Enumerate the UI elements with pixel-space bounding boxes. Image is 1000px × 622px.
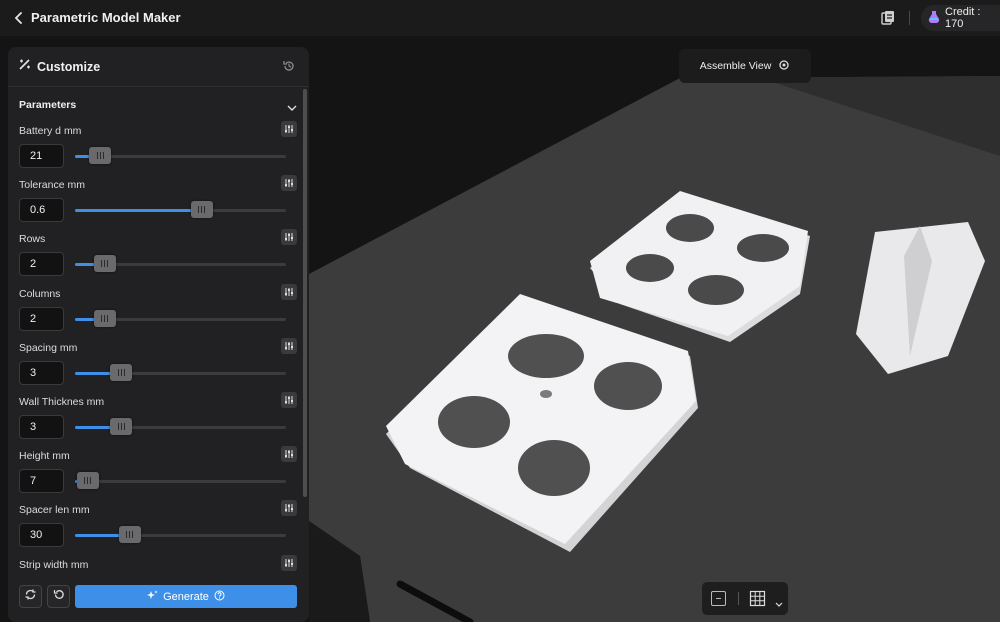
parameter-row: Wall Thicknes mm 3 [8,392,303,450]
slider-settings-icon[interactable] [281,446,297,463]
undo-button[interactable] [47,585,70,608]
slider-settings-icon[interactable] [281,283,297,300]
parameter-label: Columns [19,287,61,300]
parameter-value-input[interactable]: 3 [19,360,64,385]
parameter-label: Tolerance mm [19,179,85,192]
parameter-slider[interactable] [75,255,286,273]
app-title: Parametric Model Maker [31,10,181,25]
slider-thumb[interactable] [93,255,116,273]
parameter-value-input[interactable]: 3 [19,415,64,439]
parameter-slider[interactable] [75,526,286,544]
slider-settings-icon[interactable] [281,337,297,354]
refresh-icon [24,588,37,606]
divider [909,11,910,25]
grid-icon[interactable] [749,590,766,607]
customize-panel: Customize Parameters Battery d mm 21 Toler… [8,47,309,622]
panel-scrollbar[interactable] [303,89,307,497]
generate-label: Generate [163,590,209,603]
slider-settings-icon[interactable] [281,500,297,517]
parameter-slider[interactable] [75,201,286,219]
parameter-value-input[interactable]: 21 [19,144,64,168]
parameter-row: Tolerance mm 0.6 [8,175,303,233]
parameter-label: Spacing mm [19,341,78,354]
slider-settings-icon[interactable] [281,554,297,571]
panel-title: Customize [37,59,101,74]
slider-thumb[interactable] [110,418,133,435]
panel-header: Customize [8,47,309,87]
slider-thumb[interactable] [93,309,116,327]
parameter-row: Battery d mm 21 [8,121,303,179]
undo-icon [52,588,65,606]
parameter-label: Battery d mm [19,125,82,137]
parameter-row: Columns 2 [8,283,303,342]
parameter-value-input[interactable]: 2 [19,306,64,331]
parameter-slider[interactable] [75,472,286,490]
frame-icon[interactable] [711,591,726,606]
parameter-label: Spacer len mm [19,504,90,517]
parameter-slider[interactable] [75,147,286,164]
potion-icon [927,10,941,27]
help-icon [214,590,225,604]
view-toolbar [702,582,788,615]
parameter-slider[interactable] [75,309,286,327]
back-chevron-icon[interactable] [10,9,28,27]
credit-badge[interactable]: Credit : 170 [921,5,1000,31]
chevron-down-icon[interactable] [286,100,298,111]
parameter-row: Rows 2 [8,229,303,287]
parameter-row: Spacer len mm 30 [8,500,303,558]
parameter-row: Spacing mm 3 [8,337,303,396]
panel-footer: Generate [8,576,309,622]
slider-thumb[interactable] [190,201,213,219]
top-bar: Parametric Model Maker Credit : 170 [0,0,1000,36]
assemble-view-label: Assemble View [699,60,772,72]
sparkle-icon [147,590,158,604]
parameter-slider[interactable] [75,418,286,435]
divider [738,592,739,605]
customize-icon [18,58,31,76]
slider-settings-icon[interactable] [281,121,297,137]
slider-fill [75,209,202,213]
slider-settings-icon[interactable] [281,175,297,192]
slider-thumb[interactable] [76,472,99,490]
parameter-label: Strip width mm [19,558,89,571]
parameter-value-input[interactable]: 2 [19,252,64,277]
parameter-slider[interactable] [75,363,286,381]
parameter-label: Height mm [19,450,70,463]
documents-icon[interactable] [878,8,898,28]
parameter-value-input[interactable]: 0.6 [19,198,64,223]
slider-thumb[interactable] [110,363,133,381]
refresh-button[interactable] [19,585,42,608]
generate-button[interactable]: Generate [75,585,297,608]
slider-thumb[interactable] [89,147,112,164]
parameters-section-title: Parameters [19,99,77,111]
parameter-value-input[interactable]: 7 [19,469,64,494]
chevron-down-icon[interactable] [775,595,783,607]
parameter-value-input[interactable]: 30 [19,523,64,548]
history-icon[interactable] [282,59,298,75]
parameter-label: Rows [19,233,46,246]
parameter-label: Wall Thicknes mm [19,396,105,408]
parameter-row: Height mm 7 [8,446,303,504]
credit-label: Credit : 170 [945,6,981,30]
slider-settings-icon[interactable] [281,229,297,246]
assemble-view-button[interactable]: Assemble View [679,49,811,83]
slider-settings-icon[interactable] [281,392,297,408]
slider-thumb[interactable] [118,526,141,544]
gear-icon [778,59,790,74]
